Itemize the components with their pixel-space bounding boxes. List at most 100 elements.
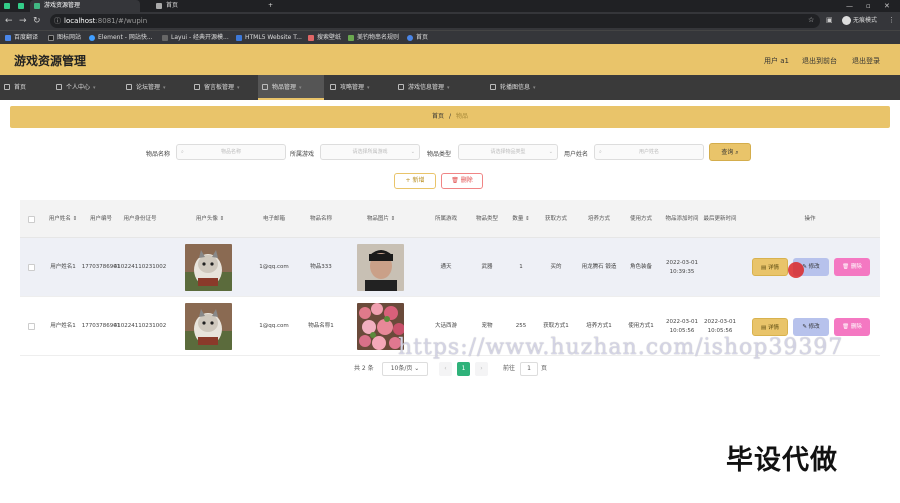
tab-home[interactable]: 首页 xyxy=(152,0,252,12)
delete-label: 删除 xyxy=(850,264,862,270)
bookmark-item[interactable]: HTML5 Website T... xyxy=(236,32,302,44)
detail-label: 详情 xyxy=(767,265,779,271)
row-checkbox-cell[interactable] xyxy=(20,297,42,356)
col-header[interactable]: 电子邮箱 xyxy=(254,200,294,238)
new-tab-button[interactable]: + xyxy=(266,0,278,12)
tab-icon-b[interactable] xyxy=(16,0,30,12)
reload-icon[interactable]: ↻ xyxy=(33,15,41,27)
user-name-input[interactable]: ⌕ 用户姓名 xyxy=(594,144,704,160)
select-all-checkbox[interactable] xyxy=(27,215,35,223)
nav-forum-management[interactable]: 论坛管理 ▾ xyxy=(122,75,188,100)
url-host: localhost xyxy=(64,17,96,25)
row-checkbox[interactable] xyxy=(27,264,35,271)
delete-button[interactable]: 🗑 删除 xyxy=(834,318,870,336)
extension-icon[interactable]: ▣ xyxy=(826,16,833,24)
col-header[interactable]: 数量 ⇕ xyxy=(508,200,534,238)
guide-icon xyxy=(330,84,336,90)
detail-button[interactable]: ▤ 详情 xyxy=(752,318,788,336)
add-button[interactable]: + 新增 xyxy=(394,173,436,189)
search-label-type: 物品类型 xyxy=(427,151,452,158)
delete-button-label: 删除 xyxy=(460,177,473,184)
col-header[interactable]: 物品名称 xyxy=(298,200,344,238)
bookmark-star-icon[interactable]: ☆ xyxy=(808,16,814,24)
tab-game-resource[interactable]: 游戏资源管理 xyxy=(30,0,140,12)
page-number-current[interactable]: 1 xyxy=(457,362,470,376)
nav-label: 首页 xyxy=(14,84,27,91)
type-select[interactable]: 请选择物品类型 ⌄ xyxy=(458,144,558,160)
next-page-button[interactable]: › xyxy=(475,362,488,376)
table-row[interactable]: 用户姓名1 17703786901 410224110231002 1@qq.c… xyxy=(20,238,880,297)
forward-icon[interactable]: → xyxy=(19,15,27,27)
bookmark-item[interactable]: 百度翻译 xyxy=(5,32,38,44)
col-header[interactable]: 用户姓名 ⇕ xyxy=(44,200,82,238)
batch-delete-button[interactable]: 🗑 删除 xyxy=(441,173,483,189)
col-header[interactable]: 最后更新时间 xyxy=(702,200,738,238)
col-header[interactable]: 用户头像 ⇕ xyxy=(170,200,250,238)
logout-link[interactable]: 退出登录 xyxy=(852,56,880,66)
user-icon xyxy=(56,84,62,90)
info-icon[interactable]: ⓘ xyxy=(54,14,61,28)
nav-item-management[interactable]: 物品管理 ▾ xyxy=(258,75,324,100)
bookmark-item[interactable]: Layui - 经典开源模... xyxy=(162,32,229,44)
bookmark-item[interactable]: 首页 xyxy=(407,32,428,44)
prev-page-button[interactable]: ‹ xyxy=(439,362,452,376)
nav-label: 攻略管理 xyxy=(340,84,365,91)
nav-carousel[interactable]: 轮播图信息 ▾ xyxy=(486,75,556,100)
col-header[interactable]: 培养方式 xyxy=(580,200,618,238)
bookmark-label: 首页 xyxy=(416,34,429,41)
nav-home[interactable]: 首页 xyxy=(0,75,50,100)
goto-page-input[interactable]: 1 xyxy=(520,362,538,376)
col-header[interactable]: 使用方式 xyxy=(622,200,660,238)
page-size-select[interactable]: 10条/页 ⌄ xyxy=(382,362,428,376)
row-checkbox-cell[interactable] xyxy=(20,238,42,297)
user-avatar-cat-image[interactable] xyxy=(185,244,232,291)
mouse-cursor-highlight xyxy=(788,262,804,278)
nav-message-board[interactable]: 留言板管理 ▾ xyxy=(190,75,256,100)
bookmark-item[interactable]: Element - 网站快... xyxy=(89,32,153,44)
minimize-icon[interactable]: — xyxy=(846,0,853,12)
col-header[interactable]: 获取方式 xyxy=(538,200,574,238)
col-header[interactable]: 物品图片 ⇕ xyxy=(350,200,412,238)
maximize-icon[interactable]: ▫ xyxy=(866,0,871,12)
pager-total: 共 2 条 xyxy=(354,365,374,372)
row-checkbox[interactable] xyxy=(27,323,35,330)
exit-to-front-link[interactable]: 退出到前台 xyxy=(802,56,837,66)
item-name-input[interactable]: ⌕ 物品名称 xyxy=(176,144,286,160)
cell-item-name: 物品名称1 xyxy=(308,323,334,329)
nav-personal-center[interactable]: 个人中心 ▾ xyxy=(52,75,118,100)
nav-guide-management[interactable]: 攻略管理 ▾ xyxy=(326,75,392,100)
cell-use-method: 角色装备 xyxy=(629,264,652,270)
close-window-icon[interactable]: ✕ xyxy=(884,0,890,12)
col-header[interactable]: 用户编号 xyxy=(84,200,118,238)
url-field[interactable]: ⓘ localhost:8081/#/wupin xyxy=(50,14,820,28)
breadcrumb-home[interactable]: 首页 xyxy=(432,113,444,120)
menu-icon[interactable]: ⋮ xyxy=(888,16,895,24)
delete-button[interactable]: 🗑 删除 xyxy=(834,258,870,276)
col-header[interactable]: 物品类型 xyxy=(470,200,504,238)
breadcrumb-current: 物品 xyxy=(455,113,468,120)
col-header[interactable]: 所属游戏 xyxy=(426,200,466,238)
goto-label: 前往 xyxy=(503,365,516,372)
bookmark-label: 搜索壁纸 xyxy=(317,34,342,41)
tab-icon-a[interactable] xyxy=(2,0,16,12)
item-photo-portrait-image[interactable] xyxy=(357,244,404,291)
nav-game-info[interactable]: 游戏信息管理 ▾ xyxy=(394,75,480,100)
nav-label: 个人中心 xyxy=(66,84,91,91)
user-avatar-cat-image[interactable] xyxy=(185,303,232,350)
item-photo-flowers-image[interactable] xyxy=(357,303,404,350)
bookmark-item[interactable]: 搜索壁纸 xyxy=(308,32,341,44)
game-select[interactable]: 请选择所属游戏 ⌄ xyxy=(320,144,420,160)
add-button-label: 新增 xyxy=(412,177,425,184)
bookmark-item[interactable]: 图标网站 xyxy=(48,32,81,44)
chevron-down-icon: ⌄ xyxy=(414,365,420,372)
col-header[interactable]: 用户身份证号 xyxy=(120,200,160,238)
search-button[interactable]: 查询 ⌕ xyxy=(709,143,751,161)
detail-button[interactable]: ▤ 详情 xyxy=(752,258,788,276)
profile-button[interactable]: 无痕模式 xyxy=(842,15,877,27)
back-icon[interactable]: ← xyxy=(5,15,13,27)
cell-quantity: 1 xyxy=(519,264,523,270)
bookmark-item[interactable]: 美钓物串名规则 xyxy=(348,32,399,44)
select-all-checkbox-cell[interactable] xyxy=(20,200,42,238)
edit-button[interactable]: ✎ 修改 xyxy=(793,318,829,336)
col-header[interactable]: 物品添加时间 xyxy=(664,200,700,238)
